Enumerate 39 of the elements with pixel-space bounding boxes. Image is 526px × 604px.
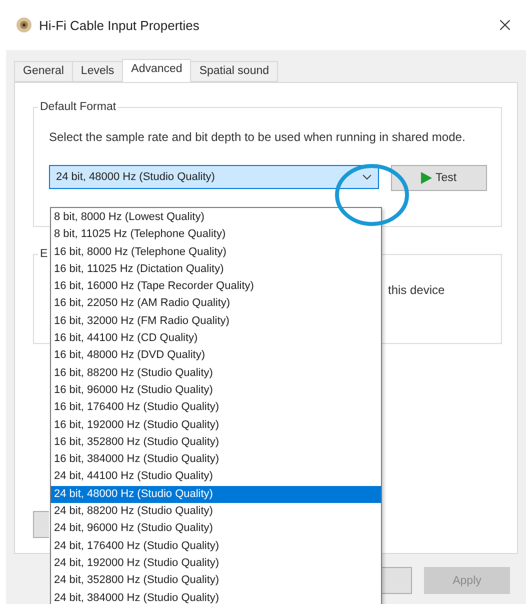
dropdown-option[interactable]: 24 bit, 44100 Hz (Studio Quality) <box>51 468 381 486</box>
tab[interactable]: Levels <box>72 61 124 82</box>
button[interactable] <box>33 511 49 538</box>
dropdown-option[interactable]: 16 bit, 88200 Hz (Studio Quality) <box>51 364 381 382</box>
play-icon <box>421 172 432 184</box>
tab[interactable]: Spatial sound <box>190 61 278 82</box>
dropdown-option[interactable]: 24 bit, 192000 Hz (Studio Quality) <box>51 554 381 572</box>
dropdown-option[interactable]: 16 bit, 16000 Hz (Tape Recorder Quality) <box>51 278 381 296</box>
dropdown-option[interactable]: 16 bit, 384000 Hz (Studio Quality) <box>51 451 381 468</box>
dropdown-option[interactable]: 24 bit, 48000 Hz (Studio Quality) <box>51 486 381 504</box>
dropdown-option[interactable]: 24 bit, 352800 Hz (Studio Quality) <box>51 572 381 590</box>
dropdown-option[interactable]: 24 bit, 176400 Hz (Studio Quality) <box>51 538 381 555</box>
dropdown-option[interactable]: 16 bit, 176400 Hz (Studio Quality) <box>51 399 381 417</box>
dropdown-option[interactable]: 8 bit, 11025 Hz (Telephone Quality) <box>51 226 381 244</box>
dropdown-option[interactable]: 16 bit, 11025 Hz (Dictation Quality) <box>51 260 381 278</box>
chevron-icon <box>362 174 372 180</box>
speaker-icon <box>16 17 32 33</box>
dropdown-option[interactable]: 16 bit, 22050 Hz (AM Radio Quality) <box>51 295 381 313</box>
button[interactable] <box>382 567 412 594</box>
dropdown-option[interactable]: 16 bit, 192000 Hz (Studio Quality) <box>51 416 381 434</box>
dropdown-option[interactable]: 24 bit, 88200 Hz (Studio Quality) <box>51 503 381 520</box>
test-button[interactable]: Test <box>391 165 487 191</box>
dropdown-option[interactable]: 16 bit, 8000 Hz (Telephone Quality) <box>51 244 381 261</box>
dropdown-option[interactable]: 24 bit, 384000 Hz (Studio Quality) <box>51 590 381 604</box>
dropdown-option[interactable]: 16 bit, 32000 Hz (FM Radio Quality) <box>51 312 381 330</box>
dropdown-option[interactable]: 16 bit, 44100 Hz (CD Quality) <box>51 330 381 348</box>
dropdown-option[interactable]: 16 bit, 352800 Hz (Studio Quality) <box>51 434 381 452</box>
dropdown-option[interactable]: 16 bit, 96000 Hz (Studio Quality) <box>51 382 381 400</box>
tab[interactable]: Advanced <box>122 59 192 82</box>
group-legend: E <box>38 248 50 260</box>
option-text: this device <box>388 283 445 297</box>
dropdown-option[interactable]: 24 bit, 96000 Hz (Studio Quality) <box>51 520 381 538</box>
dropdown-option[interactable]: 16 bit, 48000 Hz (DVD Quality) <box>51 347 381 365</box>
group-legend: Default Format <box>38 101 118 113</box>
tab[interactable]: General <box>14 61 73 82</box>
description-text: Select the sample rate and bit depth to be used when running in shared mode. <box>49 130 466 145</box>
format-dropdown[interactable]: 24 bit, 48000 Hz (Studio Quality) <box>49 165 379 189</box>
dropdown-option[interactable]: 8 bit, 8000 Hz (Lowest Quality) <box>51 209 381 226</box>
window-title: Hi-Fi Cable Input Properties <box>39 18 200 32</box>
